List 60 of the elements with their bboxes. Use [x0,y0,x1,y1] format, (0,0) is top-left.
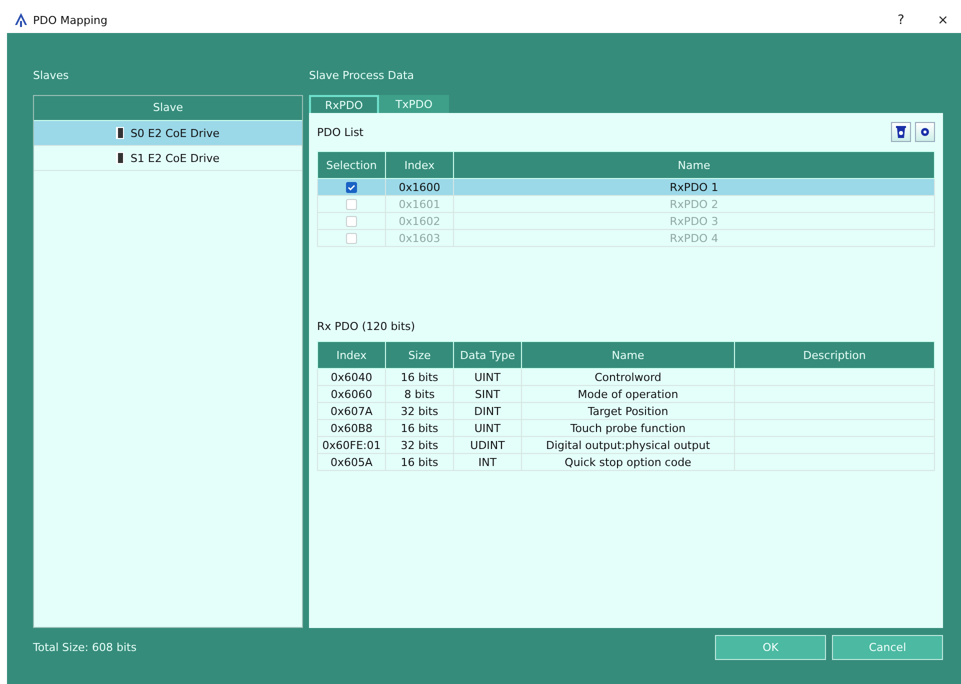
tab[interactable]: RxPDO [309,95,379,113]
checkbox[interactable] [346,182,357,193]
column-header: Slave [34,96,302,121]
settings-icon [920,127,930,137]
table-cell: UINT [454,420,522,436]
table-cell: UINT [454,368,522,386]
table-cell: SINT [454,386,522,402]
column-header: Description [734,342,934,368]
table-cell: 0x605A [318,454,386,470]
column-header: Name [522,342,734,368]
table-cell: 0x6060 [318,386,386,402]
table-cell: 16 bits [386,368,454,386]
table-cell: 16 bits [386,454,454,470]
process-data-label: Slave Process Data [309,69,414,82]
column-header: Selection [318,152,386,178]
app-logo-icon [15,13,27,27]
table-cell: 8 bits [386,386,454,402]
table-cell: RxPDO 3 [454,212,934,230]
pdo-list-label: PDO List [317,126,364,138]
table-cell: DINT [454,402,522,420]
table-cell: UDINT [454,436,522,454]
table-cell: RxPDO 1 [454,178,934,196]
table-cell: 0x1603 [386,230,454,246]
column-header: Index [386,152,454,178]
table-cell: 0x6040 [318,368,386,386]
trash-icon [896,126,906,138]
table-cell: Quick stop option code [522,454,734,470]
table-cell: 0x60B8 [318,420,386,436]
table-cell: 0x1601 [386,196,454,212]
table-cell: 0x607A [318,402,386,420]
device-icon [116,127,124,139]
device-icon [116,152,124,164]
table-cell: Target Position [522,402,734,420]
window-title: PDO Mapping [33,14,108,26]
rx-pdo-label: Rx PDO (120 bits) [317,320,416,332]
table-cell: 16 bits [386,420,454,436]
slave-item[interactable]: S1 E2 CoE Drive [34,146,302,171]
slave-item[interactable]: S0 E2 CoE Drive [34,121,302,146]
table-cell: RxPDO 4 [454,230,934,246]
table-cell: Touch probe function [522,420,734,436]
total-size-label: Total Size: 608 bits [33,640,138,654]
table-cell: Controlword [522,368,734,386]
slaves-label: Slaves [33,69,69,82]
column-header: Data Type [454,342,522,368]
table-cell: Digital output:physical output [522,436,734,454]
table-cell: 0x1602 [386,212,454,230]
settings-button[interactable] [915,122,935,142]
column-header: Index [318,342,386,368]
table-cell: INT [454,454,522,470]
table-cell: RxPDO 2 [454,196,934,212]
column-header: Name [454,152,934,178]
table-cell: 32 bits [386,436,454,454]
table-cell: 0x60FE:01 [318,436,386,454]
table-cell: 32 bits [386,402,454,420]
table-cell: Mode of operation [522,386,734,402]
help-button[interactable]: ? [883,12,919,28]
close-button[interactable]: × [925,12,961,28]
delete-button[interactable] [891,122,911,142]
table-cell: 0x1600 [386,178,454,196]
column-header: Size [386,342,454,368]
